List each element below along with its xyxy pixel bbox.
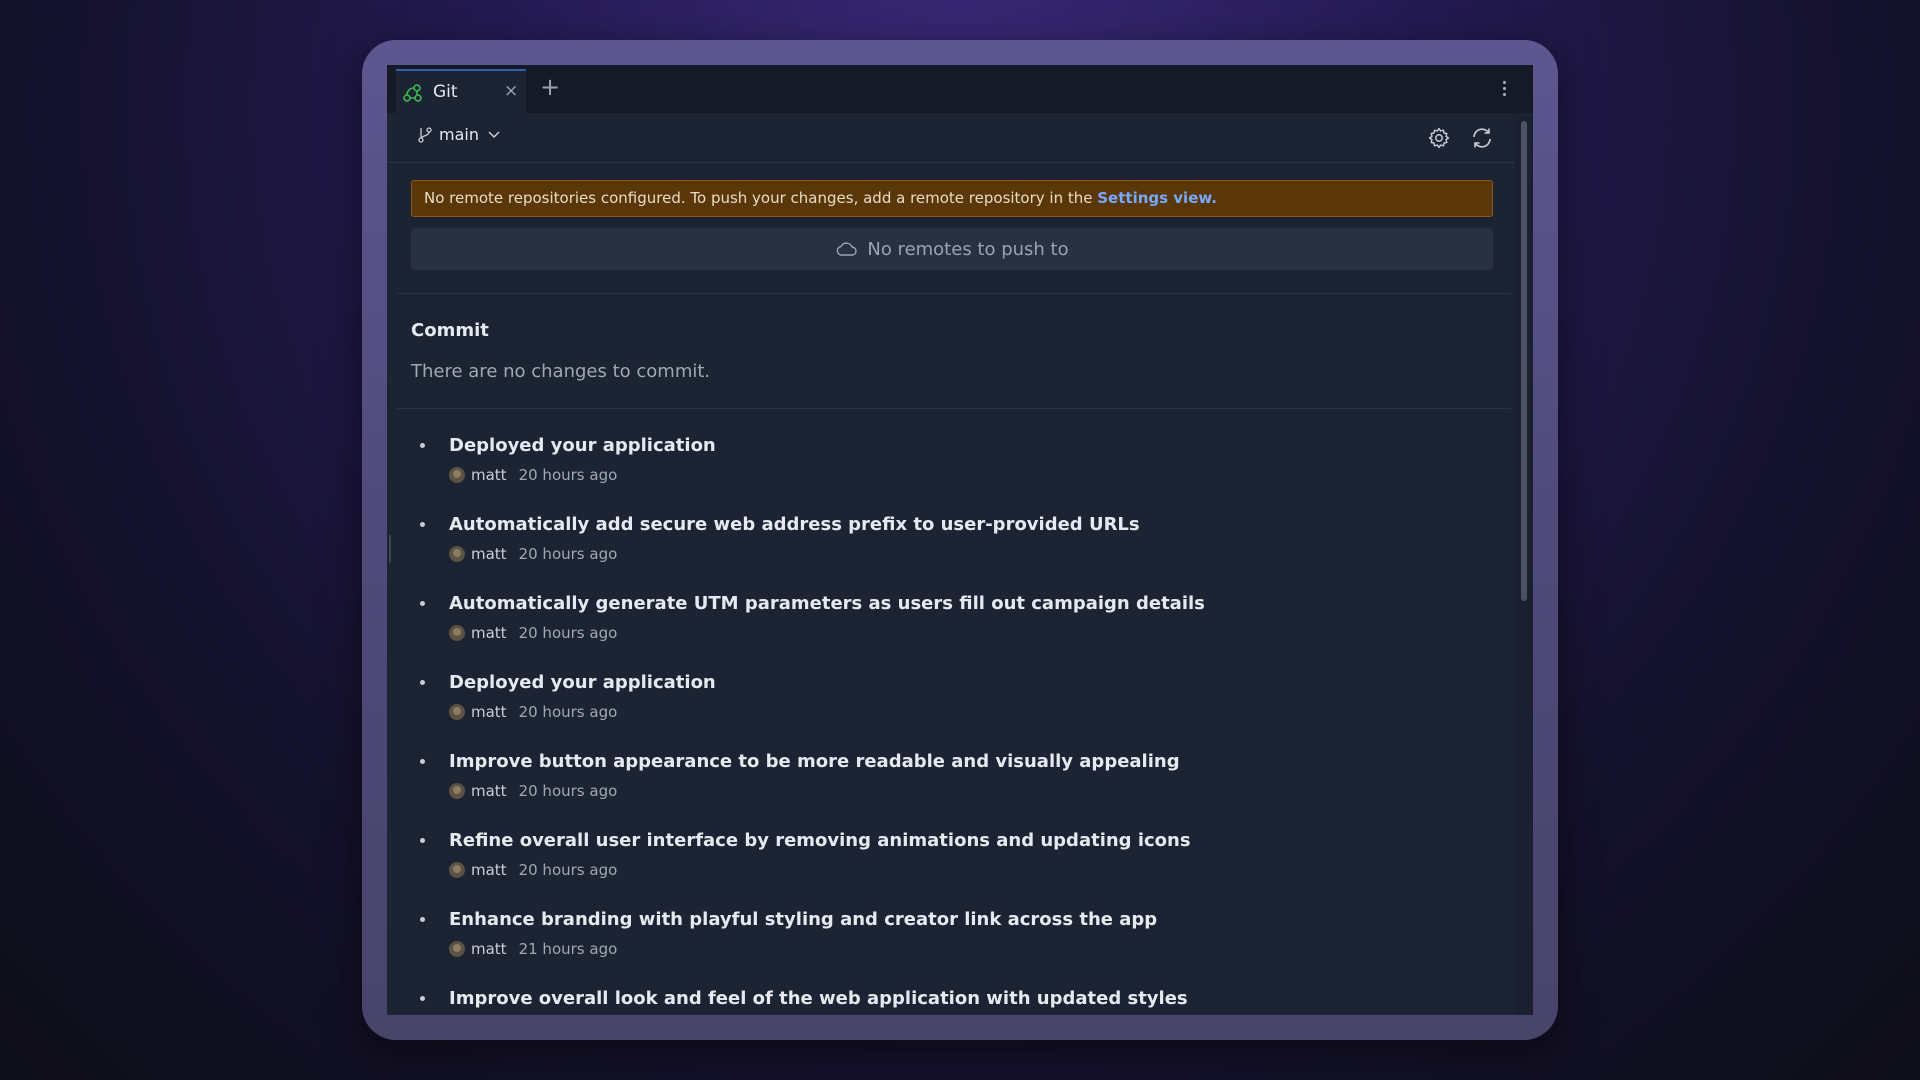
commit-item[interactable]: Automatically generate UTM parameters as… — [387, 593, 1507, 672]
commit-author: matt — [471, 545, 507, 563]
bullet — [420, 917, 425, 922]
commit-item[interactable]: Deployed your application matt 20 hours a… — [387, 435, 1507, 514]
commit-time: 20 hours ago — [518, 545, 618, 563]
commit-history-list: Deployed your application matt 20 hours a… — [387, 435, 1507, 1015]
commit-section-title: Commit — [411, 320, 489, 341]
git-panel: Git × + main No remote repositories conf… — [387, 65, 1533, 1015]
refresh-icon[interactable] — [1470, 126, 1494, 150]
commit-message: Deployed your application — [449, 672, 716, 693]
kebab-menu-icon[interactable] — [1501, 79, 1507, 101]
commit-time: 20 hours ago — [518, 624, 618, 642]
avatar — [449, 467, 465, 483]
bullet — [420, 601, 425, 606]
commit-message: Deployed your application — [449, 435, 716, 456]
scrollbar-thumb[interactable] — [1521, 121, 1527, 601]
commit-meta: matt 20 hours ago — [449, 703, 617, 721]
bullet — [420, 838, 425, 843]
branch-icon — [418, 126, 432, 143]
warning-text: No remote repositories configured. To pu… — [424, 189, 1098, 207]
push-button[interactable]: No remotes to push to — [411, 228, 1493, 270]
commit-author: matt — [471, 703, 507, 721]
git-toolbar: main — [387, 113, 1515, 163]
commit-item[interactable]: Improve overall look and feel of the web… — [387, 988, 1507, 1015]
commit-time: 21 hours ago — [518, 940, 618, 958]
commit-item[interactable]: Enhance branding with playful styling an… — [387, 909, 1507, 988]
no-remote-warning: No remote repositories configured. To pu… — [411, 180, 1493, 217]
commit-author: matt — [471, 782, 507, 800]
cloud-icon — [837, 242, 858, 256]
commit-item[interactable]: Improve button appearance to be more rea… — [387, 751, 1507, 830]
commit-meta: matt 20 hours ago — [449, 545, 617, 563]
commit-time: 20 hours ago — [518, 782, 618, 800]
plus-icon[interactable]: + — [540, 71, 560, 103]
tab-label: Git — [433, 82, 458, 102]
chevron-down-icon — [488, 130, 500, 138]
commit-message: Improve overall look and feel of the web… — [449, 988, 1188, 1009]
branch-name: main — [439, 125, 479, 144]
git-icon — [403, 84, 422, 102]
avatar — [449, 625, 465, 641]
commit-author: matt — [471, 940, 507, 958]
avatar — [449, 941, 465, 957]
scrollbar[interactable] — [1515, 117, 1533, 1015]
bullet — [420, 680, 425, 685]
avatar — [449, 546, 465, 562]
bullet — [420, 443, 425, 448]
commit-message: Automatically generate UTM parameters as… — [449, 593, 1205, 614]
commit-empty-text: There are no changes to commit. — [411, 361, 711, 382]
commit-item[interactable]: Refine overall user interface by removin… — [387, 830, 1507, 909]
bullet — [420, 759, 425, 764]
commit-time: 20 hours ago — [518, 703, 618, 721]
gear-icon[interactable] — [1427, 126, 1451, 150]
close-icon[interactable]: × — [504, 81, 518, 101]
commit-message: Enhance branding with playful styling an… — [449, 909, 1158, 930]
commit-message: Improve button appearance to be more rea… — [449, 751, 1180, 772]
divider — [397, 408, 1511, 409]
commit-message: Refine overall user interface by removin… — [449, 830, 1191, 851]
commit-meta: matt 21 hours ago — [449, 940, 617, 958]
commit-meta: matt 20 hours ago — [449, 861, 617, 879]
commit-item[interactable]: Deployed your application matt 20 hours a… — [387, 672, 1507, 751]
bullet — [420, 522, 425, 527]
avatar — [449, 704, 465, 720]
tab-git[interactable]: Git × — [396, 69, 526, 113]
commit-message: Automatically add secure web address pre… — [449, 514, 1140, 535]
avatar — [449, 783, 465, 799]
commit-meta: matt 20 hours ago — [449, 782, 617, 800]
settings-link[interactable]: Settings view. — [1097, 189, 1217, 207]
commit-time: 20 hours ago — [518, 466, 618, 484]
commit-author: matt — [471, 466, 507, 484]
push-button-label: No remotes to push to — [867, 238, 1069, 260]
bullet — [420, 996, 425, 1001]
avatar — [449, 862, 465, 878]
commit-meta: matt 20 hours ago — [449, 624, 617, 642]
divider — [397, 293, 1511, 294]
commit-meta: matt 20 hours ago — [449, 466, 617, 484]
commit-author: matt — [471, 624, 507, 642]
commit-time: 20 hours ago — [518, 861, 618, 879]
branch-selector[interactable]: main — [417, 125, 501, 144]
tab-bar: Git × + — [387, 65, 1533, 113]
commit-item[interactable]: Automatically add secure web address pre… — [387, 514, 1507, 593]
commit-author: matt — [471, 861, 507, 879]
